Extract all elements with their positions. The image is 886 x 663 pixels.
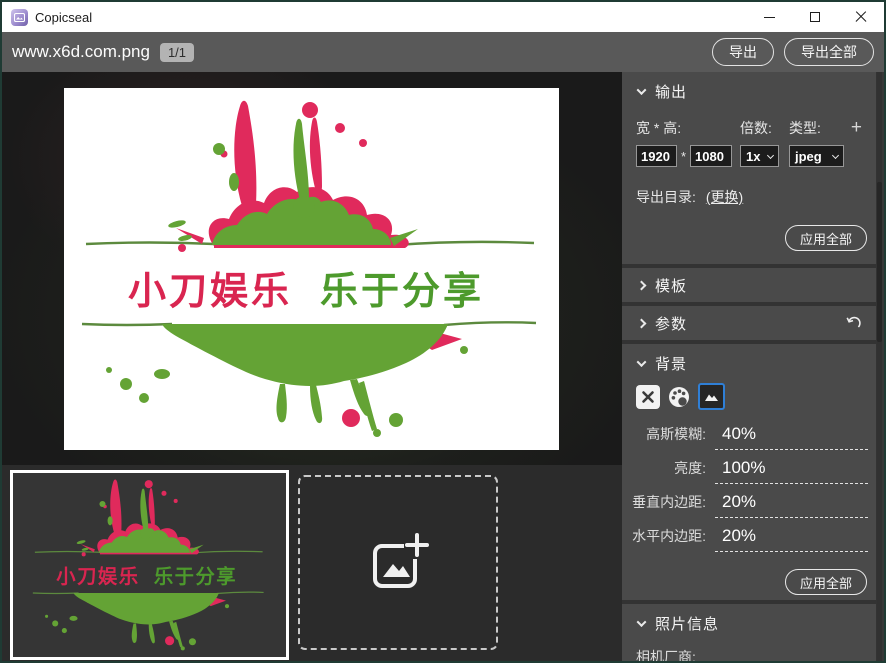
width-height-label: 宽 * 高:: [636, 118, 740, 138]
panel-params: 参数: [622, 306, 876, 340]
panel-photo-info-header[interactable]: 照片信息: [622, 612, 876, 634]
export-dir-label: 导出目录:: [636, 187, 696, 207]
horizontal-padding-label: 水平内边距:: [622, 526, 715, 552]
scrollbar-thumb[interactable]: [877, 182, 882, 342]
background-apply-all-button[interactable]: 应用全部: [785, 569, 867, 595]
close-icon: [855, 11, 867, 23]
brightness-field: 亮度: 100%: [622, 450, 868, 484]
gaussian-blur-value[interactable]: 40%: [715, 424, 868, 450]
chevron-right-icon: [637, 318, 647, 328]
chevron-right-icon: [637, 280, 647, 290]
type-select[interactable]: jpeg: [789, 145, 844, 167]
add-image-dropzone[interactable]: [298, 475, 498, 650]
filmstrip: [2, 465, 622, 661]
minimize-button[interactable]: [746, 2, 792, 32]
panel-photo-info: 照片信息 相机厂商:: [622, 604, 876, 663]
preview-column: 小刀娱乐 乐于分享: [2, 72, 622, 661]
chevron-down-icon: [832, 151, 839, 158]
sidebar-scrollbar[interactable]: [877, 72, 882, 661]
page-count-badge: 1/1: [160, 43, 194, 62]
horizontal-padding-field: 水平内边距: 20%: [622, 518, 868, 552]
bg-none-button[interactable]: [636, 385, 660, 409]
scale-label: 倍数:: [740, 118, 789, 138]
chevron-down-icon: [637, 357, 647, 367]
app-logo-icon: [11, 9, 28, 26]
vertical-padding-value[interactable]: 20%: [715, 492, 868, 518]
panel-background-header[interactable]: 背景: [622, 352, 876, 374]
width-input[interactable]: [636, 145, 677, 167]
vertical-padding-label: 垂直内边距:: [622, 492, 715, 518]
preview-image: 小刀娱乐 乐于分享: [64, 88, 559, 450]
brightness-label: 亮度:: [622, 458, 715, 484]
panel-params-header[interactable]: 参数: [622, 306, 876, 340]
app-title: Copicseal: [35, 10, 92, 25]
thumbnail-selected[interactable]: [10, 470, 289, 660]
bg-image-button[interactable]: [698, 383, 725, 410]
settings-sidebar: 输出 宽 * 高: 倍数: 类型: + * 1x: [622, 72, 882, 661]
chevron-down-icon: [637, 85, 647, 95]
horizontal-padding-value[interactable]: 20%: [715, 526, 868, 552]
toolbar: www.x6d.com.png 1/1 导出 导出全部: [2, 32, 884, 72]
background-mode-buttons: [636, 383, 876, 410]
export-dir-row: 导出目录: (更换): [636, 187, 864, 207]
dimension-separator: *: [677, 149, 690, 164]
params-reset-button[interactable]: [845, 315, 862, 331]
panel-template-header[interactable]: 模板: [622, 268, 876, 302]
chevron-down-icon: [767, 151, 774, 158]
add-image-icon: [366, 531, 430, 595]
maximize-button[interactable]: [792, 2, 838, 32]
type-label: 类型:: [789, 118, 851, 138]
minimize-icon: [764, 17, 775, 18]
add-output-button[interactable]: +: [851, 121, 864, 135]
export-all-button[interactable]: 导出全部: [784, 38, 874, 66]
panel-background: 背景: [622, 344, 876, 600]
none-icon: [641, 390, 655, 404]
image-icon: [704, 390, 719, 403]
close-button[interactable]: [838, 2, 884, 32]
window-controls: [746, 2, 884, 32]
preview-area: 小刀娱乐 乐于分享: [2, 72, 622, 465]
export-button[interactable]: 导出: [712, 38, 774, 66]
palette-icon: [667, 385, 691, 409]
panel-template: 模板: [622, 268, 876, 302]
undo-icon: [845, 315, 862, 331]
current-filename: www.x6d.com.png: [12, 42, 150, 62]
bg-color-button[interactable]: [667, 385, 691, 409]
output-inputs-row: * 1x jpeg: [636, 145, 864, 167]
chevron-down-icon: [637, 617, 647, 627]
maximize-icon: [810, 12, 820, 22]
camera-maker-label: 相机厂商:: [636, 647, 876, 663]
brightness-value[interactable]: 100%: [715, 458, 868, 484]
height-input[interactable]: [690, 145, 732, 167]
panel-output: 输出 宽 * 高: 倍数: 类型: + * 1x: [622, 72, 876, 264]
scale-select[interactable]: 1x: [740, 145, 779, 167]
change-dir-link[interactable]: (更换): [706, 187, 743, 207]
gaussian-blur-label: 高斯模糊:: [622, 424, 715, 450]
titlebar: Copicseal: [2, 2, 884, 32]
vertical-padding-field: 垂直内边距: 20%: [622, 484, 868, 518]
output-labels-row: 宽 * 高: 倍数: 类型: +: [636, 118, 864, 138]
gaussian-blur-field: 高斯模糊: 40%: [622, 416, 868, 450]
output-apply-all-button[interactable]: 应用全部: [785, 225, 867, 251]
app-window: Copicseal www.x6d.com.png 1/1 导出 导出全部: [0, 0, 886, 663]
panel-output-header[interactable]: 输出: [622, 80, 876, 102]
